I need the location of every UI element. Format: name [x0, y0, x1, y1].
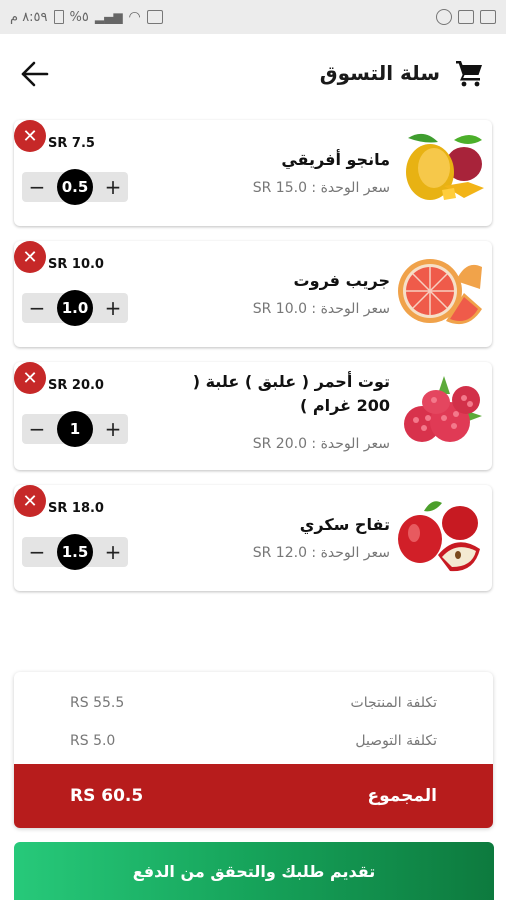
order-summary: RS 55.5 تكلفة المنتجات RS 5.0 تكلفة التو… — [14, 672, 493, 828]
checkout-button[interactable]: تقديم طلبك والتحقق من الدفع — [14, 842, 494, 900]
app-header: سلة التسوق — [0, 34, 506, 114]
back-button[interactable] — [20, 60, 50, 88]
cart-item: ✕ SR 10.0 − 1.0 + جريب فروت سعر الوحدة :… — [14, 241, 492, 347]
products-cost-label: تكلفة المنتجات — [350, 695, 437, 711]
increase-quantity-button[interactable]: + — [104, 177, 122, 197]
close-icon: ✕ — [22, 367, 38, 389]
remove-item-button[interactable]: ✕ — [14, 362, 46, 394]
remove-item-button[interactable]: ✕ — [14, 241, 46, 273]
unit-price: سعر الوحدة : SR 10.0 — [252, 301, 390, 317]
status-bar-left: ٨:٥٩ م %٥ ▂▄▆ ◠ — [10, 9, 163, 25]
whatsapp-icon — [436, 9, 452, 25]
header-title-group: سلة التسوق — [320, 58, 484, 88]
cart-item: ✕ SR 18.0 − 1.5 + تفاح سكري سعر الوحدة :… — [14, 485, 492, 591]
status-time: ٨:٥٩ م — [10, 9, 48, 25]
decrease-quantity-button[interactable]: − — [28, 419, 46, 439]
delivery-cost-value: RS 5.0 — [70, 733, 116, 749]
wifi-icon: ◠ — [128, 9, 141, 25]
item-total-price: SR 10.0 — [48, 257, 104, 272]
battery-icon — [53, 10, 64, 24]
delivery-cost-label: تكلفة التوصيل — [355, 733, 437, 749]
quantity-stepper: − 1.0 + — [22, 290, 128, 326]
remove-item-button[interactable]: ✕ — [14, 120, 46, 152]
close-icon: ✕ — [22, 490, 38, 512]
item-total-price: SR 18.0 — [48, 501, 104, 516]
quantity-value: 1.0 — [57, 290, 93, 326]
item-total-price: SR 7.5 — [48, 136, 95, 151]
remove-item-button[interactable]: ✕ — [14, 485, 46, 517]
total-value: RS 60.5 — [70, 786, 144, 806]
product-name: مانجو أفريقي — [281, 150, 390, 169]
battery-level: %٥ — [69, 9, 89, 25]
decrease-quantity-button[interactable]: − — [28, 177, 46, 197]
total-label: المجموع — [367, 786, 437, 806]
shopping-cart-icon — [456, 61, 482, 87]
quantity-value: 0.5 — [57, 169, 93, 205]
quantity-stepper: − 0.5 + — [22, 169, 128, 205]
products-cost-value: RS 55.5 — [70, 695, 125, 711]
quantity-value: 1 — [57, 411, 93, 447]
product-name: تفاح سكري — [299, 515, 390, 534]
increase-quantity-button[interactable]: + — [104, 542, 122, 562]
delivery-cost-row: RS 5.0 تكلفة التوصيل — [14, 726, 493, 756]
mango-image — [406, 133, 484, 200]
decrease-quantity-button[interactable]: − — [28, 298, 46, 318]
page-title: سلة التسوق — [319, 61, 440, 85]
close-icon: ✕ — [22, 246, 38, 268]
product-name: جريب فروت — [293, 271, 390, 290]
image-icon — [458, 10, 474, 24]
total-bar: RS 60.5 المجموع — [14, 764, 493, 828]
raspberry-image — [404, 376, 482, 442]
product-name: توت أحمر ( علبق ) علبة ( 200 غرام ) — [192, 372, 390, 415]
status-bar-right — [436, 9, 496, 25]
signal-icon: ▂▄▆ — [94, 10, 123, 24]
quantity-stepper: − 1 + — [22, 411, 128, 447]
quantity-value: 1.5 — [57, 534, 93, 570]
unit-price: سعر الوحدة : SR 12.0 — [252, 545, 390, 561]
status-bar: ٨:٥٩ م %٥ ▂▄▆ ◠ — [0, 0, 506, 34]
alarm-icon — [146, 10, 163, 24]
products-cost-row: RS 55.5 تكلفة المنتجات — [14, 688, 493, 718]
cart-item: ✕ SR 20.0 − 1 + توت أحمر ( علبق ) علبة (… — [14, 362, 492, 470]
screen-icon — [480, 10, 496, 24]
quantity-stepper: − 1.5 + — [22, 534, 128, 570]
increase-quantity-button[interactable]: + — [104, 419, 122, 439]
unit-price: سعر الوحدة : SR 20.0 — [252, 436, 390, 452]
increase-quantity-button[interactable]: + — [104, 298, 122, 318]
unit-price: سعر الوحدة : SR 15.0 — [252, 180, 390, 196]
cart-list: ✕ SR 7.5 − 0.5 + مانجو أفريقي سعر الوحدة… — [14, 120, 494, 606]
decrease-quantity-button[interactable]: − — [28, 542, 46, 562]
grapefruit-image — [398, 259, 482, 325]
arrow-left-icon — [21, 61, 49, 87]
apple-image — [398, 501, 480, 572]
item-total-price: SR 20.0 — [48, 378, 104, 393]
cart-item: ✕ SR 7.5 − 0.5 + مانجو أفريقي سعر الوحدة… — [14, 120, 492, 226]
close-icon: ✕ — [22, 125, 38, 147]
